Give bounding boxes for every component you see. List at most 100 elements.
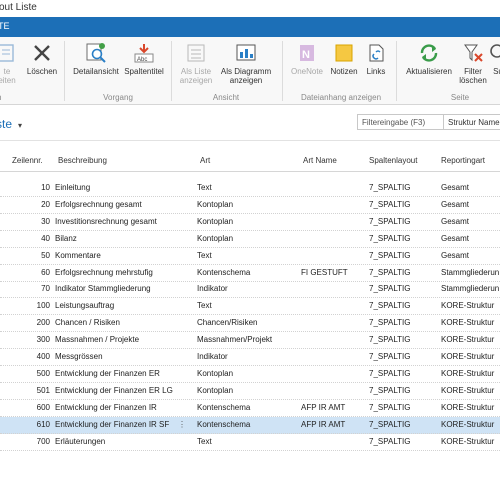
cell-description: Erläuterungen — [55, 436, 106, 446]
refresh-icon — [420, 44, 438, 62]
column-header-rep[interactable]: Reportingart — [441, 156, 485, 165]
column-titles-icon: Abc — [134, 44, 154, 63]
column-header-layout[interactable]: Spaltenlayout — [369, 156, 417, 165]
cell-column-layout: 7_SPALTIG — [369, 199, 411, 209]
table-row[interactable]: 500 Entwicklung der Finanzen ER Kontoplan 7… — [0, 366, 500, 383]
cell-column-layout: 7_SPALTIG — [369, 436, 411, 446]
cell-column-layout: 7_SPALTIG — [369, 318, 411, 328]
table-row[interactable]: 200 Chancen / Risiken Chancen/Risiken 7_SPA… — [0, 315, 500, 333]
ribbon-separator — [171, 41, 172, 101]
cell-description: Chancen / Risiken — [55, 318, 120, 328]
cell-description: Investitionsrechnung gesamt — [55, 216, 157, 226]
table-row[interactable]: 300 Massnahmen / Projekte Massnahmen/Proje… — [0, 332, 500, 350]
list-view-icon — [187, 44, 205, 62]
cell-column-layout: 7_SPALTIG — [369, 402, 411, 412]
edit-button-label: te — [3, 67, 11, 76]
column-titles-button[interactable]: Abc Spaltentitel — [121, 42, 167, 76]
as-list-button[interactable]: Als Liste anzeigen — [176, 42, 216, 85]
clear-filter-button[interactable]: Filter löschen — [456, 42, 490, 85]
cell-reporting-type: Gesamt — [441, 216, 470, 226]
cell-column-layout: 7_SPALTIG — [369, 352, 411, 361]
cell-description: Kommentare — [55, 250, 101, 260]
column-titles-label: Spaltentitel — [124, 67, 164, 76]
refresh-button[interactable]: Aktualisieren — [400, 42, 458, 76]
cell-description: Messgrössen — [55, 352, 103, 361]
notes-button[interactable]: Notizen — [327, 42, 361, 76]
table-row[interactable]: 10 Einleitung Text 7_SPALTIG Gesamt — [0, 180, 500, 197]
edit-button[interactable]: te eiten — [0, 42, 18, 85]
table-row[interactable]: 600 Entwicklung der Finanzen IR Kontensche… — [0, 400, 500, 417]
detail-magnifier-icon — [86, 43, 106, 63]
search-label: Su — [493, 67, 500, 76]
cell-line-number: 200 — [36, 318, 50, 328]
table-row[interactable]: 50 Kommentare Text 7_SPALTIG Gesamt — [0, 248, 500, 265]
table-row[interactable]: 100 Leistungsauftrag Text 7_SPALTIG KORE-Str… — [0, 298, 500, 316]
divider — [0, 140, 500, 141]
ribbon-tab-start[interactable]: TE — [0, 21, 10, 31]
cell-type: Text — [197, 183, 212, 192]
row-menu-icon[interactable]: ⋮ — [178, 420, 186, 429]
search-icon — [490, 44, 500, 58]
page-title[interactable]: ste ▾ — [0, 117, 22, 131]
table-row[interactable]: 70 Indikator Stammgliederung Indikator 7_SP… — [0, 281, 500, 299]
column-header-desc[interactable]: Beschreibung — [58, 156, 107, 165]
column-header-art[interactable]: Art — [200, 156, 210, 165]
cell-reporting-type: KORE-Struktur — [441, 335, 495, 345]
detail-view-button[interactable]: Detailansicht — [68, 42, 124, 76]
ribbon-tabbar: TE — [0, 17, 500, 37]
cell-type-name: AFP IR AMT — [301, 402, 346, 412]
group-seite: Seite — [450, 93, 470, 102]
table-row[interactable]: 400 Messgrössen Indikator 7_SPALTIG KORE-Str… — [0, 349, 500, 366]
delete-button[interactable]: Löschen — [24, 42, 60, 76]
cell-line-number: 400 — [36, 352, 50, 361]
cell-line-number: 30 — [41, 216, 50, 226]
cell-type: Kontenschema — [197, 419, 251, 429]
clear-filter-icon — [464, 44, 483, 62]
ribbon-separator — [396, 41, 397, 101]
table-row[interactable]: 700 Erläuterungen Text 7_SPALTIG KORE-Strukt… — [0, 434, 500, 451]
cell-type: Indikator — [197, 352, 228, 361]
table-row[interactable]: 30 Investitionsrechnung gesamt Kontoplan 7_… — [0, 214, 500, 231]
cell-reporting-type: Stammgliederun — [441, 284, 500, 294]
column-header-nr[interactable]: Zeilennr. — [12, 156, 43, 165]
cell-column-layout: 7_SPALTIG — [369, 301, 411, 311]
filter-input[interactable]: Filtereingabe (F3) — [357, 114, 444, 130]
table-row[interactable]: 610 Entwicklung der Finanzen IR SF Kontens… — [0, 416, 500, 434]
as-chart-button[interactable]: Als Diagramm anzeigen — [218, 42, 274, 85]
cell-type: Kontoplan — [197, 199, 234, 209]
chevron-down-icon: ▾ — [18, 121, 23, 130]
table-row[interactable]: 60 Erfolgsrechnung mehrstufig Kontenschema… — [0, 265, 500, 282]
cell-type: Text — [197, 436, 212, 446]
cell-column-layout: 7_SPALTIG — [369, 335, 411, 345]
cell-description: Entwicklung der Finanzen IR SF — [55, 419, 170, 429]
table-header: Zeilennr. Beschreibung Art Art Name Spal… — [0, 150, 500, 172]
cell-line-number: 50 — [41, 250, 50, 260]
links-button[interactable]: Links — [362, 42, 390, 76]
onenote-button[interactable]: N OneNote — [288, 42, 326, 76]
cell-description: Leistungsauftrag — [55, 301, 115, 311]
as-chart-label2: anzeigen — [229, 76, 263, 85]
cell-type: Kontoplan — [197, 368, 234, 378]
cell-reporting-type: Gesamt — [441, 250, 470, 260]
column-header-name[interactable]: Art Name — [303, 156, 337, 165]
cell-type: Massnahmen/Projekt — [197, 335, 273, 345]
cell-line-number: 600 — [36, 402, 50, 412]
table-row[interactable]: 20 Erfolgsrechnung gesamt Kontoplan 7_SPALT… — [0, 197, 500, 214]
cell-reporting-type: KORE-Struktur — [441, 318, 495, 328]
table-row[interactable]: 40 Bilanz Kontoplan 7_SPALTIG Gesamt — [0, 231, 500, 248]
table-row[interactable]: 501 Entwicklung der Finanzen ER LG Kontopl… — [0, 383, 500, 400]
structure-field-select[interactable]: Struktur Name — [444, 114, 500, 130]
cell-type: Kontenschema — [197, 402, 251, 412]
notes-icon — [335, 44, 353, 62]
search-button[interactable]: Su — [488, 42, 500, 76]
cell-reporting-type: KORE-Struktur — [441, 436, 495, 446]
edit-button-label2: eiten — [0, 76, 16, 85]
cell-column-layout: 7_SPALTIG — [369, 267, 411, 277]
links-icon — [369, 44, 384, 62]
cell-type-name: AFP IR AMT — [301, 419, 346, 429]
delete-x-icon — [34, 45, 50, 61]
cell-column-layout: 7_SPALTIG — [369, 419, 411, 429]
svg-text:N: N — [302, 49, 310, 61]
cell-type: Kontoplan — [197, 216, 234, 226]
clear-filter-label: Filter — [464, 67, 482, 76]
